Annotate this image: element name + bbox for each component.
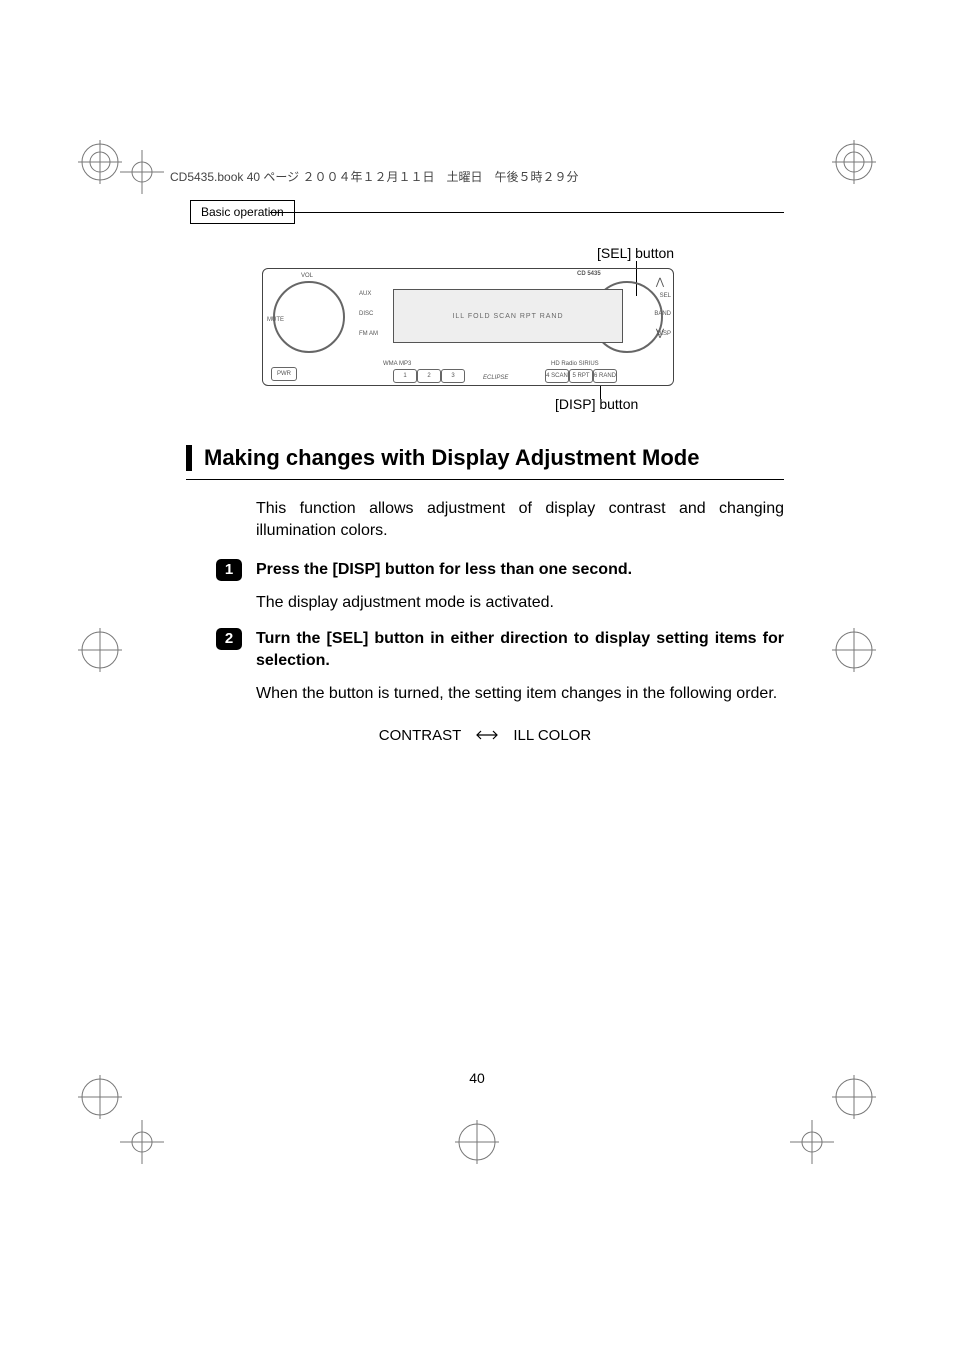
step-2: 2 Turn the [SEL] button in either direct… (256, 628, 784, 705)
registration-mark-icon (832, 628, 876, 672)
registration-mark-icon (832, 140, 876, 184)
pwr-button-icon: PWR (271, 367, 297, 381)
aux-label: AUX (359, 291, 371, 297)
step-number-badge: 2 (216, 628, 242, 650)
preset-3-icon: 3 (441, 369, 465, 383)
registration-mark-icon (78, 628, 122, 672)
band-label: BAND (654, 311, 671, 317)
fm-am-label: FM AM (359, 331, 378, 337)
section-intro: This function allows adjustment of displ… (256, 498, 784, 543)
setting-order: CONTRAST ILL COLOR (186, 727, 784, 745)
preset-1-icon: 1 (393, 369, 417, 383)
step-title: Press the [DISP] button for less than on… (256, 559, 784, 581)
preset-2-icon: 2 (417, 369, 441, 383)
device-illustration: ⋀ ⋁ VOL AUX DISC FM AM MUTE CD 5435 SEL … (262, 268, 674, 386)
disp-label: DISP (657, 331, 671, 337)
preset-4-icon: 4 SCAN (545, 369, 569, 383)
registration-mark-icon (120, 1120, 164, 1164)
registration-mark-icon (455, 1120, 499, 1164)
wma-label: WMA MP3 (383, 361, 411, 367)
order-right: ILL COLOR (513, 727, 591, 744)
registration-mark-icon (120, 150, 164, 194)
sel-label: SEL (660, 293, 671, 299)
page-number: 40 (0, 1070, 954, 1086)
mute-label: MUTE (267, 317, 284, 323)
tab-rule (270, 212, 784, 213)
section-heading: Making changes with Display Adjustment M… (186, 445, 784, 471)
order-left: CONTRAST (379, 727, 461, 744)
section: Making changes with Display Adjustment M… (186, 445, 784, 744)
registration-mark-icon (78, 140, 122, 184)
device-display: ILL FOLD SCAN RPT RAND (393, 289, 623, 343)
chevron-up-icon: ⋀ (656, 277, 664, 288)
double-arrow-icon (473, 727, 501, 744)
step-title: Turn the [SEL] button in either directio… (256, 628, 784, 671)
callout-sel: [SEL] button (597, 245, 674, 261)
vol-label: VOL (301, 273, 313, 279)
tune-arrows-icon: ⋀ ⋁ (653, 277, 667, 339)
display-text: ILL FOLD SCAN RPT RAND (452, 313, 563, 320)
step-1: 1 Press the [DISP] button for less than … (256, 559, 784, 614)
section-rule (186, 479, 784, 480)
hdradio-label: HD Radio SIRIUS (551, 361, 599, 367)
preset-6-icon: 6 RAND (593, 369, 617, 383)
disc-label: DISC (359, 311, 373, 317)
step-body: When the button is turned, the setting i… (256, 683, 784, 705)
model-label: CD 5435 (577, 271, 601, 277)
step-body: The display adjustment mode is activated… (256, 592, 784, 614)
preset-5-icon: 5 RPT (569, 369, 593, 383)
registration-mark-icon (790, 1120, 834, 1164)
callout-line (600, 385, 601, 399)
document-page: CD5435.book 40 ページ ２００４年１２月１１日 土曜日 午後５時２… (0, 0, 954, 1351)
step-number-badge: 1 (216, 559, 242, 581)
eclipse-logo: ECLIPSE (483, 375, 508, 381)
print-header: CD5435.book 40 ページ ２００４年１２月１１日 土曜日 午後５時２… (170, 168, 579, 185)
callout-disp: [DISP] button (555, 396, 638, 412)
